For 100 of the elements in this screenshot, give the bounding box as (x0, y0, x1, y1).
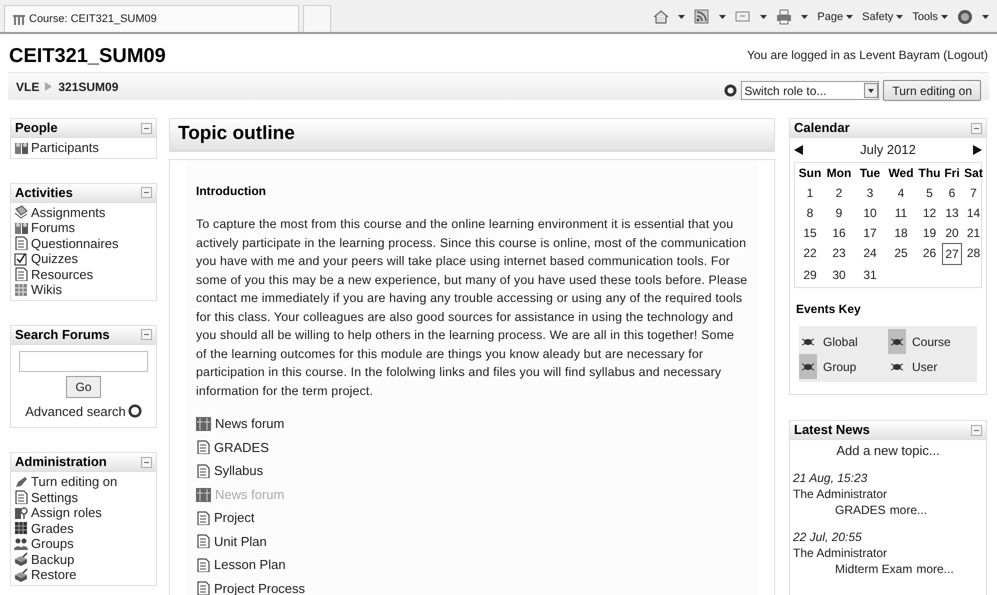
calendar-day[interactable]: 20 (942, 223, 962, 243)
role-select[interactable]: Switch role to... (741, 81, 880, 100)
calendar-day[interactable]: 27 (942, 243, 962, 265)
collapse-icon (971, 424, 982, 436)
caret-icon (719, 15, 726, 19)
search-field[interactable] (19, 350, 148, 372)
more-link[interactable]: more... (916, 561, 954, 577)
bug-icon (802, 338, 814, 346)
calendar-day[interactable]: 23 (823, 243, 855, 265)
site-title: CEIT321_SUM09 (9, 44, 166, 68)
bug-icon (891, 338, 903, 346)
block-title: Administration (15, 453, 107, 472)
section-heading: Introduction (196, 183, 267, 200)
calendar-day[interactable]: 19 (917, 223, 942, 243)
block-link[interactable]: Participants (14, 140, 153, 156)
resource-link[interactable]: GRADES (196, 438, 748, 456)
block-link[interactable]: Restore (14, 567, 153, 582)
calendar-day[interactable]: 1 (797, 183, 823, 203)
calendar-day[interactable]: 12 (917, 203, 942, 223)
calendar-day[interactable]: 14 (962, 203, 985, 223)
collapse-icon (141, 329, 152, 340)
resource-link[interactable]: Project (196, 508, 748, 527)
event-type-label: Course (912, 334, 951, 350)
turn-editing-button[interactable]: Turn editing on (883, 80, 981, 101)
document-icon (196, 534, 210, 548)
calendar-day[interactable]: 13 (942, 203, 962, 223)
month-label: July 2012 (860, 141, 916, 160)
add-topic-link[interactable]: Add a new topic... (836, 443, 940, 458)
weekday-header: Fri (943, 165, 961, 182)
calendar-day[interactable]: 6 (942, 183, 962, 203)
browser-tab[interactable]: Course: CEIT321_SUM09 (4, 5, 299, 32)
calendar-day[interactable]: 26 (917, 243, 942, 265)
calendar-day[interactable]: 8 (797, 203, 823, 223)
block-link[interactable]: Settings (14, 490, 153, 505)
block-link[interactable]: Quizzes (14, 251, 153, 266)
home-icon (653, 9, 670, 25)
calendar-day[interactable]: 15 (797, 223, 823, 243)
resource-link[interactable]: Unit Plan (196, 532, 748, 550)
breadcrumb-link[interactable]: VLE (16, 78, 40, 96)
menu-button[interactable]: Page (817, 8, 854, 26)
block-link[interactable]: Assign roles (14, 505, 153, 520)
calendar-day[interactable]: 9 (823, 203, 855, 223)
block-link[interactable]: Wikis (14, 282, 153, 298)
calendar-day[interactable]: 30 (823, 265, 855, 285)
previous-arrow-icon (794, 145, 803, 155)
block-link[interactable]: Backup (14, 552, 153, 567)
weekday-header: Tue (858, 165, 882, 182)
calendar-day[interactable]: 18 (885, 223, 917, 243)
events-key-title: Events Key (795, 301, 862, 318)
box-icon (14, 568, 28, 582)
help-icon (128, 404, 142, 418)
go-button[interactable]: Go (66, 376, 100, 398)
calendar-day[interactable]: 5 (917, 183, 942, 203)
new-tab-button[interactable] (303, 5, 331, 32)
help-icon (957, 9, 973, 25)
menu-button[interactable]: Safety (862, 8, 904, 26)
calendar-day[interactable]: 2 (823, 183, 855, 203)
post-date: 22 Jul, 20:55 (793, 529, 863, 545)
block-link[interactable]: Resources (14, 266, 153, 282)
weekday-header: Sun (798, 165, 822, 182)
block-link[interactable]: Groups (14, 536, 153, 552)
logout-link[interactable]: (Logout) (943, 48, 988, 62)
breadcrumb-link[interactable]: 321SUM09 (58, 78, 118, 96)
block-link[interactable]: Turn editing on (14, 474, 153, 490)
post-subject: GRADES (835, 502, 886, 518)
calendar-day[interactable]: 11 (885, 203, 917, 223)
calendar-day[interactable]: 29 (797, 265, 823, 285)
resource-link[interactable]: Project Process (196, 578, 748, 595)
resource-link[interactable]: Lesson Plan (196, 555, 748, 574)
block-link[interactable]: Forums (14, 220, 153, 236)
calendar-day[interactable]: 24 (855, 243, 885, 265)
calendar-day[interactable]: 17 (855, 223, 885, 243)
event-type-label: Group (823, 358, 856, 376)
help-icon (724, 84, 738, 97)
caret-icon (896, 15, 904, 19)
advanced-search-link[interactable]: Advanced search (25, 402, 142, 421)
calendar-day[interactable]: 4 (885, 183, 917, 203)
login-info: You are logged in as Levent Bayram (Logout) (746, 47, 988, 64)
block-link[interactable]: Assignments (14, 204, 153, 220)
calendar-day[interactable]: 10 (855, 203, 885, 223)
resource-link[interactable]: News forum (196, 414, 748, 433)
block-link[interactable]: Grades (14, 520, 153, 536)
calendar-day[interactable]: 21 (962, 223, 985, 243)
calendar-day[interactable]: 28 (962, 243, 985, 265)
more-link[interactable]: more... (890, 502, 928, 518)
block-title: Activities (15, 184, 73, 202)
calendar-day[interactable]: 7 (962, 183, 985, 203)
block-link[interactable]: Questionnaires (14, 236, 153, 251)
calendar-day[interactable]: 31 (855, 265, 885, 285)
calendar-day[interactable]: 22 (797, 243, 823, 265)
document-icon (196, 510, 210, 524)
calendar-day[interactable]: 16 (823, 223, 855, 243)
feed-icon (694, 9, 710, 25)
menu-button[interactable]: Tools (912, 8, 948, 26)
calendar-day[interactable]: 25 (885, 243, 917, 265)
post-author: The Administrator (793, 486, 888, 502)
resource-link[interactable]: Syllabus (196, 461, 748, 480)
document-icon (196, 558, 210, 572)
people-icon (14, 536, 28, 551)
calendar-day[interactable]: 3 (855, 183, 885, 203)
